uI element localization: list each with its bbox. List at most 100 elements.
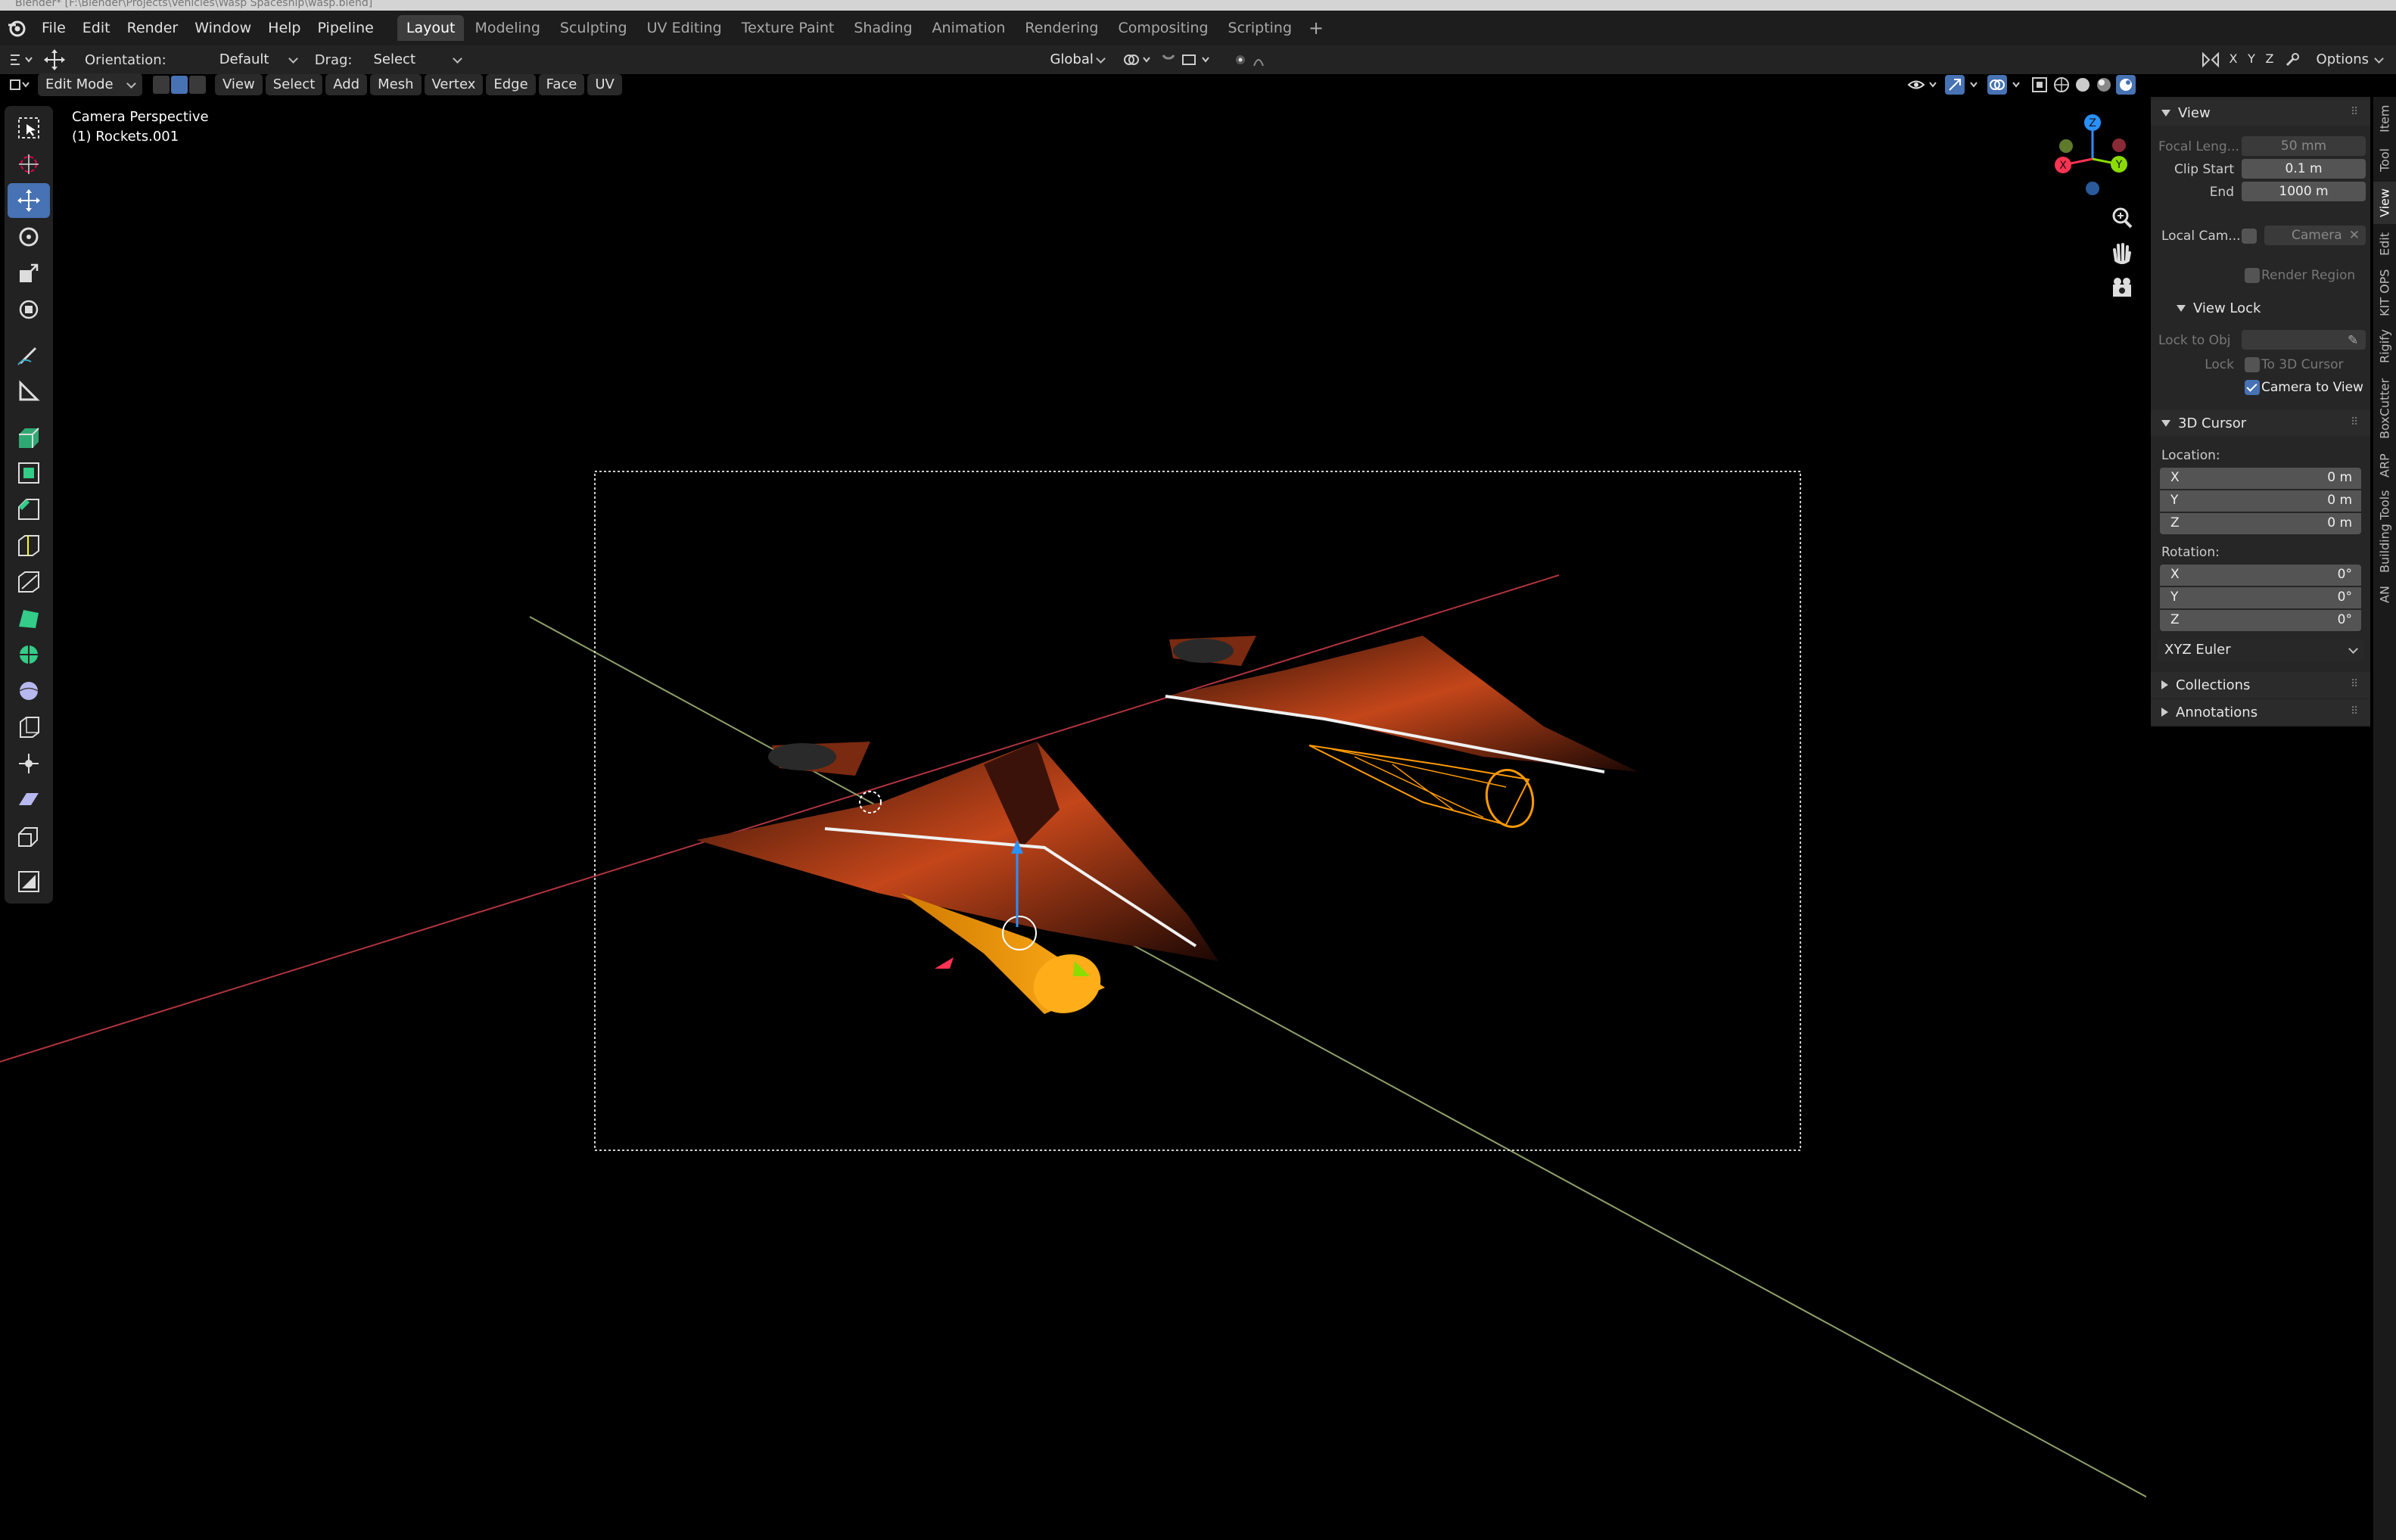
menu-select[interactable]: Select [265,74,323,95]
tab-edit[interactable]: Edit [2373,227,2396,262]
proportional-edit-icon[interactable] [1233,52,1278,67]
focal-length-field[interactable]: 50 mm [2242,136,2366,156]
material-shading-icon[interactable] [2095,76,2116,94]
tab-item[interactable]: Item [2373,100,2396,138]
tab-texture-paint[interactable]: Texture Paint [733,15,844,41]
menu-window[interactable]: Window [186,15,260,41]
editor-type-icon[interactable] [9,77,35,92]
menu-edge[interactable]: Edge [486,74,536,95]
vertex-select-button[interactable] [153,76,170,94]
menu-edit[interactable]: Edit [74,15,119,41]
smooth-tool[interactable] [8,674,50,708]
drag-grip-icon[interactable]: ⠿ [2351,106,2361,118]
cursor-tool[interactable] [8,147,50,182]
menu-file[interactable]: File [33,15,74,41]
transform-orientation-dropdown[interactable]: Global [1022,48,1112,71]
mirror-y-toggle[interactable]: Y [2243,51,2260,66]
drag-grip-icon[interactable]: ⠿ [2351,678,2361,690]
3d-cursor-section-header[interactable]: 3D Cursor ⠿ [2151,410,2370,436]
scale-tool[interactable] [8,256,50,291]
drag-grip-icon[interactable]: ⠿ [2351,416,2361,428]
mirror-z-toggle[interactable]: Z [2261,51,2278,66]
clear-x-icon[interactable]: ✕ [2349,226,2360,245]
view-lock-subsection-header[interactable]: View Lock [2151,295,2370,321]
tab-scripting[interactable]: Scripting [1219,15,1302,41]
face-select-button[interactable] [189,76,206,94]
clip-end-field[interactable]: 1000 m [2242,182,2366,201]
move-tool-icon[interactable] [39,48,70,71]
annotate-tool[interactable] [8,338,50,372]
camera-to-view-checkbox[interactable] [2245,380,2260,395]
tab-view[interactable]: View [2373,182,2396,224]
drag-dropdown[interactable]: Select Box [366,48,468,90]
menu-mesh[interactable]: Mesh [370,74,422,95]
local-camera-field[interactable]: Camera ✕ [2264,226,2366,245]
cursor-rotation-z[interactable]: Z 0° [2160,610,2361,631]
tab-rendering[interactable]: Rendering [1016,15,1107,41]
blender-logo-icon[interactable] [0,11,33,45]
visibility-icon[interactable] [1907,76,1945,93]
spaceship-right[interactable] [1165,636,1638,832]
menu-vertex[interactable]: Vertex [424,74,484,95]
tab-rigify[interactable]: Rigify [2373,324,2396,369]
extrude-tool[interactable] [8,419,50,454]
cursor-rotation-y[interactable]: Y 0° [2160,587,2361,608]
pivot-point-icon[interactable] [1122,52,1156,67]
wrench-icon[interactable] [2284,51,2301,71]
view-section-header[interactable]: View ⠿ [2151,100,2370,126]
mirror-axis-icon[interactable] [2201,51,2220,71]
pan-hand-icon[interactable] [2107,238,2137,268]
to-3d-cursor-checkbox[interactable] [2245,357,2260,372]
menu-view[interactable]: View [215,74,263,95]
tab-shading[interactable]: Shading [845,15,921,41]
menu-uv[interactable]: UV [587,74,622,95]
wireframe-shading-icon[interactable] [2052,76,2074,94]
spaceship-left[interactable] [696,742,1218,1022]
spin-tool[interactable] [8,637,50,672]
select-box-tool[interactable] [8,110,50,145]
poly-build-tool[interactable] [8,601,50,636]
collections-section-header[interactable]: Collections ⠿ [2151,672,2370,698]
tab-compositing[interactable]: Compositing [1109,15,1217,41]
camera-view-icon[interactable] [2107,272,2137,303]
tab-kit-ops[interactable]: KIT OPS [2373,265,2396,321]
tab-modeling[interactable]: Modeling [465,15,549,41]
measure-tool[interactable] [8,374,50,409]
transform-tool[interactable] [8,292,50,327]
knife-tool[interactable] [8,565,50,599]
edge-select-button[interactable] [171,76,188,94]
rotation-mode-dropdown[interactable]: XYZ Euler [2157,639,2364,661]
3d-viewport[interactable]: Camera Perspective (1) Rockets.001 [0,95,2146,1540]
local-camera-checkbox[interactable] [2242,229,2257,244]
tab-boxcutter[interactable]: BoxCutter [2373,372,2396,445]
menu-pipeline[interactable]: Pipeline [310,15,382,41]
tab-sculpting[interactable]: Sculpting [551,15,636,41]
cursor-rotation-x[interactable]: X 0° [2160,565,2361,586]
menu-add[interactable]: Add [325,74,368,95]
add-workspace-button[interactable]: + [1302,17,1330,39]
snap-icon[interactable] [1160,52,1228,67]
xray-icon[interactable] [2030,75,2052,95]
tab-uv-editing[interactable]: UV Editing [638,15,731,41]
inset-tool[interactable] [8,456,50,490]
shear-tool[interactable] [8,782,50,817]
eyedropper-icon[interactable]: ✎ [2348,333,2358,348]
edge-slide-tool[interactable] [8,710,50,745]
overlays-icon[interactable] [1987,75,2030,95]
tab-layout[interactable]: Layout [397,15,465,41]
gizmo-toggle-icon[interactable] [1945,75,1987,95]
active-tool-icon[interactable] [9,52,39,67]
rendered-shading-icon[interactable] [2116,75,2146,95]
tab-animation[interactable]: Animation [923,15,1015,41]
cursor-location-z[interactable]: Z 0 m [2160,513,2361,534]
menu-face[interactable]: Face [538,74,585,95]
shrink-fatten-tool[interactable] [8,746,50,781]
tab-arp[interactable]: ARP [2373,448,2396,483]
zoom-icon[interactable] [2107,203,2137,233]
kit-ops-tool[interactable] [8,864,50,899]
bevel-tool[interactable] [8,492,50,527]
cursor-location-y[interactable]: Y 0 m [2160,490,2361,512]
rotate-tool[interactable] [8,219,50,254]
clip-start-field[interactable]: 0.1 m [2242,159,2366,179]
options-dropdown[interactable]: Options [2317,45,2388,74]
